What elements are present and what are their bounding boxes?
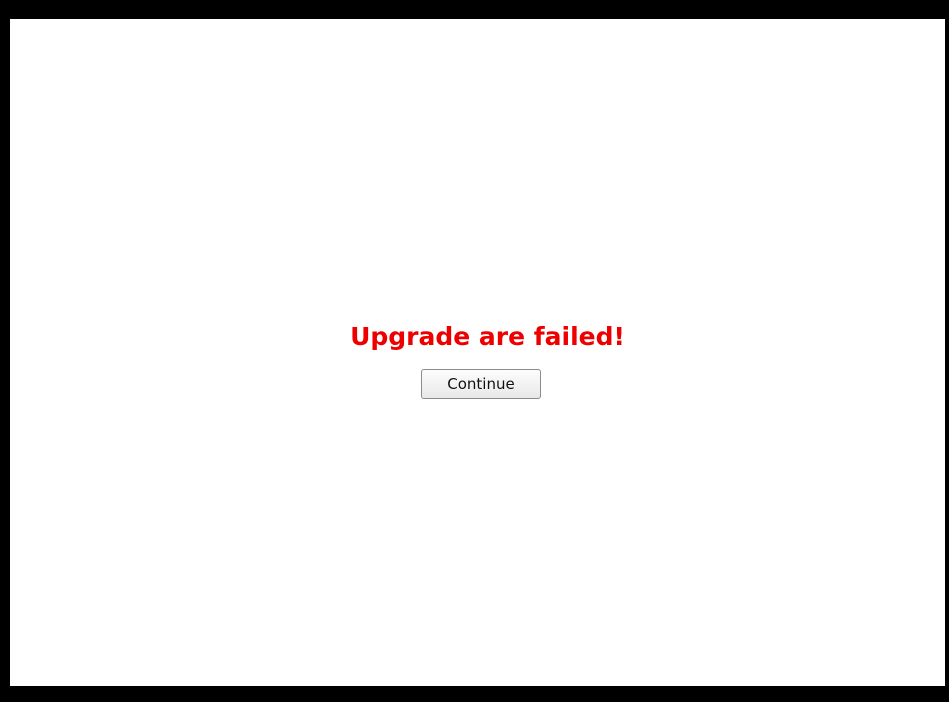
upgrade-failed-message: Upgrade are failed!	[350, 322, 625, 351]
content-area: Upgrade are failed! Continue	[10, 19, 945, 686]
screen-frame: Upgrade are failed! Continue	[0, 0, 949, 702]
continue-button[interactable]: Continue	[421, 369, 541, 399]
